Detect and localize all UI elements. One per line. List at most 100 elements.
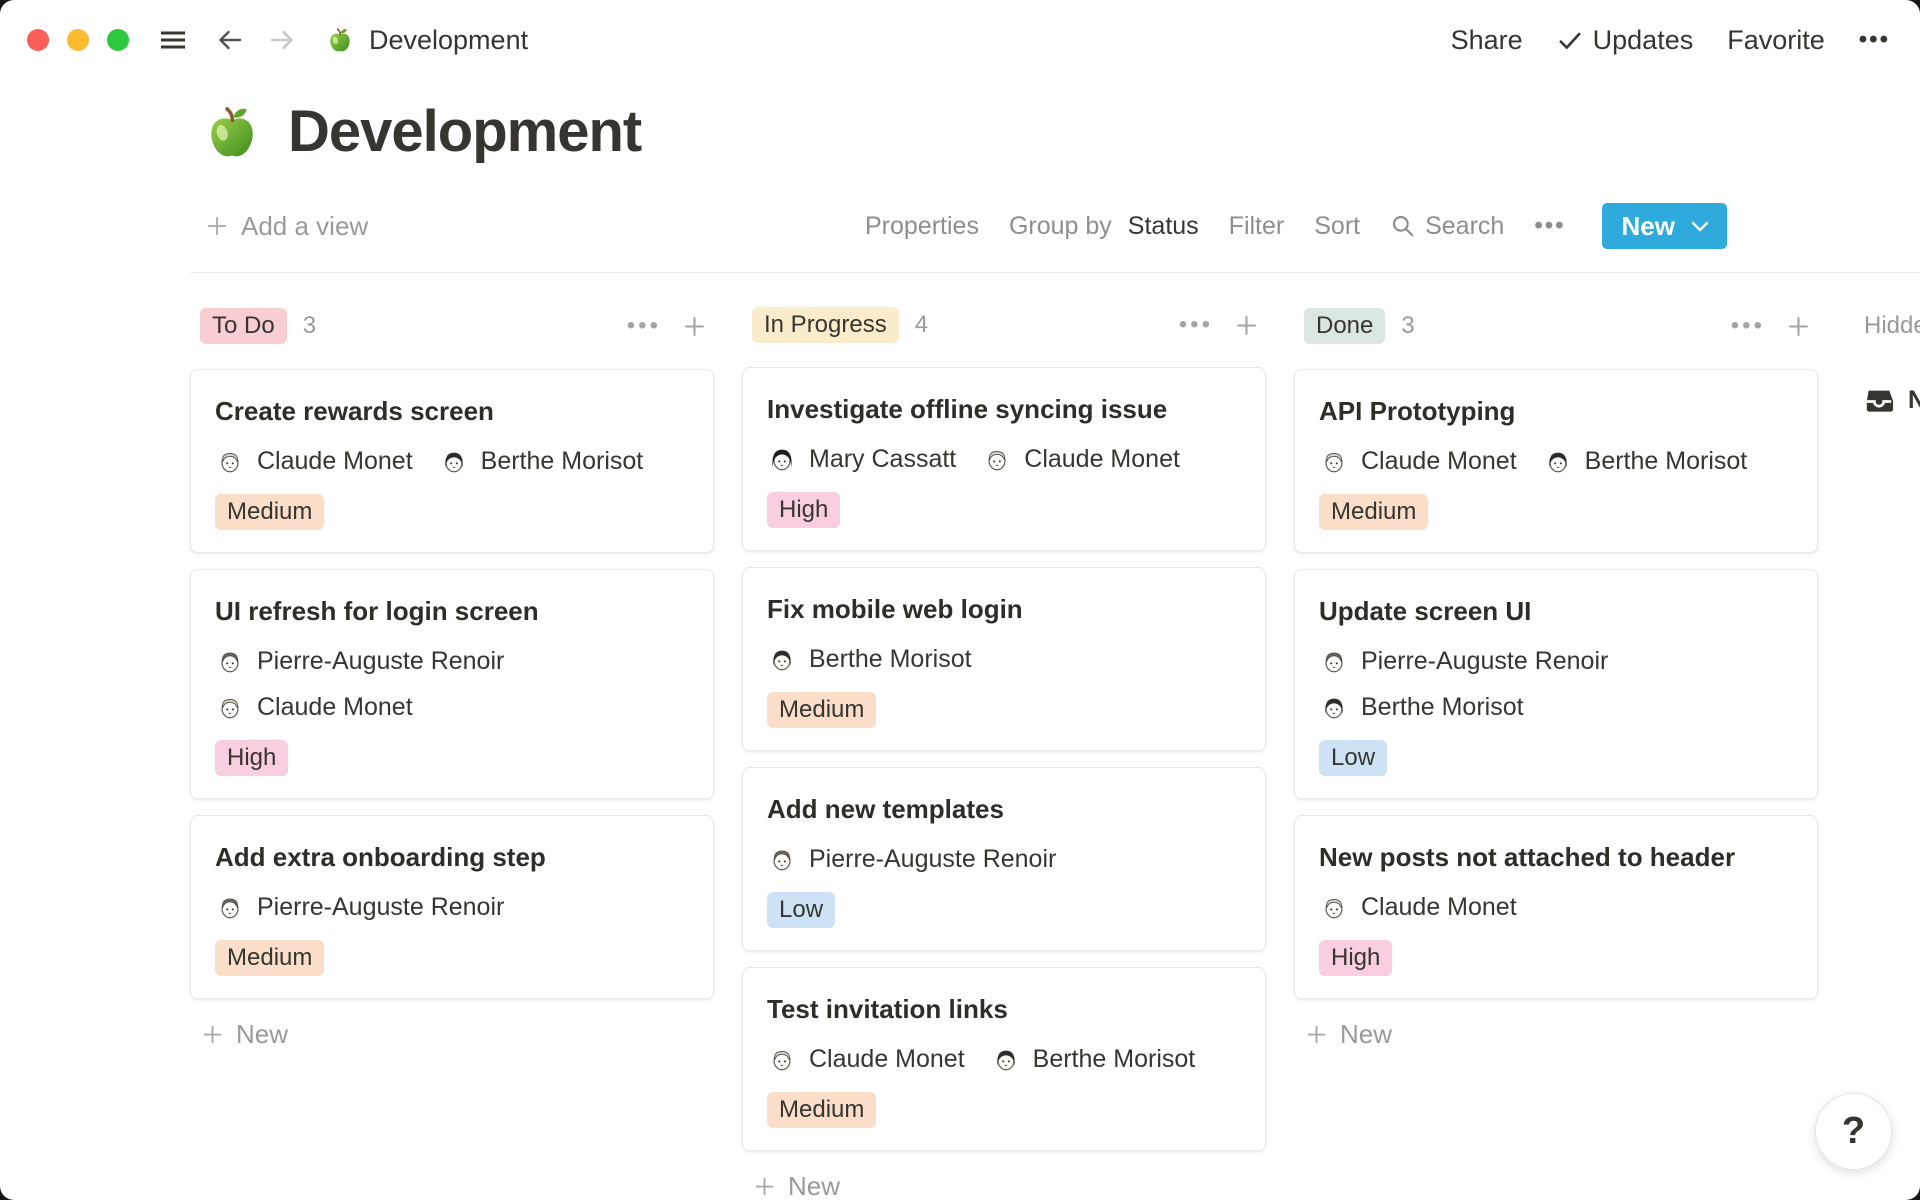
column-status-badge[interactable]: Done bbox=[1304, 308, 1385, 344]
green-apple-icon bbox=[325, 25, 355, 55]
task-card[interactable]: Update screen UI Pierre-Auguste Renoir B… bbox=[1294, 569, 1818, 799]
more-options-button[interactable]: ••• bbox=[1859, 26, 1890, 54]
task-card-title: Add new templates bbox=[767, 792, 1241, 826]
add-view-button[interactable]: Add a view bbox=[204, 211, 368, 242]
task-card[interactable]: Test invitation links Claude Monet Berth… bbox=[742, 967, 1266, 1151]
new-card-button[interactable]: New bbox=[200, 1019, 714, 1050]
card-list: Create rewards screen Claude Monet Berth… bbox=[190, 369, 714, 999]
share-label: Share bbox=[1451, 25, 1523, 56]
assignee-name: Claude Monet bbox=[1361, 893, 1517, 922]
hamburger-icon bbox=[157, 25, 189, 55]
share-button[interactable]: Share bbox=[1451, 25, 1523, 56]
column-add-card-button[interactable] bbox=[681, 313, 708, 340]
new-button-label: New bbox=[1622, 211, 1675, 242]
notion-window: Development Share Updates Favorite ••• bbox=[0, 0, 1920, 1200]
new-page-button[interactable]: New bbox=[1602, 203, 1727, 249]
assignee: Berthe Morisot bbox=[991, 1044, 1196, 1074]
group-by-button[interactable]: Group by Status bbox=[1009, 212, 1199, 241]
search-icon bbox=[1390, 213, 1416, 239]
assignee: Pierre-Auguste Renoir bbox=[215, 646, 504, 676]
avatar-pierre-auguste-renoir bbox=[215, 646, 245, 676]
column-header: Done3••• bbox=[1304, 307, 1812, 345]
assignee: Claude Monet bbox=[982, 444, 1180, 474]
assignee-name: Pierre-Auguste Renoir bbox=[809, 845, 1056, 874]
assignee: Berthe Morisot bbox=[1319, 692, 1524, 722]
priority-row: Low bbox=[767, 892, 1241, 928]
search-label: Search bbox=[1425, 212, 1504, 241]
assignee-name: Mary Cassatt bbox=[809, 445, 956, 474]
new-card-button[interactable]: New bbox=[752, 1171, 1266, 1200]
task-card[interactable]: Fix mobile web login Berthe MorisotMediu… bbox=[742, 567, 1266, 751]
sidebar-menu-button[interactable] bbox=[157, 25, 189, 55]
new-card-button[interactable]: New bbox=[1304, 1019, 1818, 1050]
priority-row: High bbox=[767, 492, 1241, 528]
view-toolbar: Add a view Properties Group by Status Fi… bbox=[0, 202, 1920, 250]
breadcrumb[interactable]: Development bbox=[325, 25, 528, 56]
assignee-name: Berthe Morisot bbox=[1585, 447, 1748, 476]
group-by-label: Group by bbox=[1009, 212, 1112, 241]
toolbar-controls: Properties Group by Status Filter Sort S… bbox=[865, 203, 1727, 249]
task-card[interactable]: Create rewards screen Claude Monet Berth… bbox=[190, 369, 714, 553]
help-button[interactable]: ? bbox=[1815, 1093, 1892, 1170]
plus-icon bbox=[681, 313, 708, 340]
assignee-name: Pierre-Auguste Renoir bbox=[1361, 647, 1608, 676]
plus-icon bbox=[204, 213, 230, 239]
close-window-button[interactable] bbox=[27, 29, 49, 51]
back-button[interactable] bbox=[215, 25, 245, 55]
hidden-columns-toggle[interactable]: Hidden columns bbox=[1864, 307, 1920, 345]
task-card[interactable]: API Prototyping Claude Monet Berthe Mori… bbox=[1294, 369, 1818, 553]
column-add-card-button[interactable] bbox=[1233, 312, 1260, 339]
column-add-card-button[interactable] bbox=[1785, 313, 1812, 340]
task-card[interactable]: Investigate offline syncing issue Mary C… bbox=[742, 367, 1266, 551]
priority-badge: Medium bbox=[767, 692, 876, 728]
zoom-window-button[interactable] bbox=[107, 29, 129, 51]
column-more-button[interactable]: ••• bbox=[1179, 313, 1213, 337]
avatar-claude-monet bbox=[215, 692, 245, 722]
task-card-title: Add extra onboarding step bbox=[215, 840, 689, 874]
priority-badge: Medium bbox=[215, 940, 324, 976]
column-more-button[interactable]: ••• bbox=[1731, 314, 1765, 338]
priority-badge: Medium bbox=[767, 1092, 876, 1128]
avatar-berthe-morisot bbox=[439, 446, 469, 476]
new-card-label: New bbox=[788, 1171, 840, 1200]
hidden-group-no-status[interactable]: No Status bbox=[1864, 385, 1920, 415]
priority-row: Medium bbox=[215, 940, 689, 976]
forward-button[interactable] bbox=[267, 25, 297, 55]
task-card[interactable]: Add new templates Pierre-Auguste Renoir L… bbox=[742, 767, 1266, 951]
view-more-button[interactable]: ••• bbox=[1534, 212, 1565, 240]
filter-button[interactable]: Filter bbox=[1229, 212, 1285, 241]
avatar-claude-monet bbox=[215, 446, 245, 476]
avatar-pierre-auguste-renoir bbox=[215, 892, 245, 922]
plus-icon bbox=[1304, 1022, 1329, 1047]
favorite-label: Favorite bbox=[1727, 25, 1825, 56]
minimize-window-button[interactable] bbox=[67, 29, 89, 51]
assignee: Pierre-Auguste Renoir bbox=[767, 844, 1056, 874]
hidden-group-label: No Status bbox=[1908, 386, 1920, 415]
assignee: Claude Monet bbox=[215, 446, 413, 476]
priority-row: Medium bbox=[767, 1092, 1241, 1128]
priority-row: Medium bbox=[1319, 494, 1793, 530]
column-count: 3 bbox=[303, 312, 316, 340]
assignee-name: Claude Monet bbox=[1024, 445, 1180, 474]
chevron-down-icon bbox=[1691, 221, 1709, 232]
task-card[interactable]: UI refresh for login screen Pierre-Augus… bbox=[190, 569, 714, 799]
search-button[interactable]: Search bbox=[1390, 212, 1504, 241]
group-by-value: Status bbox=[1128, 212, 1199, 241]
priority-badge: Low bbox=[767, 892, 835, 928]
task-card[interactable]: Add extra onboarding step Pierre-Auguste… bbox=[190, 815, 714, 999]
properties-button[interactable]: Properties bbox=[865, 212, 979, 241]
column-status-badge[interactable]: To Do bbox=[200, 308, 287, 344]
favorite-button[interactable]: Favorite bbox=[1727, 25, 1825, 56]
column-more-button[interactable]: ••• bbox=[627, 314, 661, 338]
avatar-mary-cassatt bbox=[767, 444, 797, 474]
green-apple-icon bbox=[200, 100, 264, 164]
task-card-title: API Prototyping bbox=[1319, 394, 1793, 428]
assignee-list: Pierre-Auguste Renoir Berthe Morisot bbox=[1319, 646, 1793, 722]
arrow-left-icon bbox=[215, 25, 245, 55]
column-status-badge[interactable]: In Progress bbox=[752, 307, 899, 343]
assignee: Berthe Morisot bbox=[439, 446, 644, 476]
assignee: Pierre-Auguste Renoir bbox=[1319, 646, 1608, 676]
task-card[interactable]: New posts not attached to header Claude … bbox=[1294, 815, 1818, 999]
updates-button[interactable]: Updates bbox=[1557, 25, 1694, 56]
sort-button[interactable]: Sort bbox=[1314, 212, 1360, 241]
